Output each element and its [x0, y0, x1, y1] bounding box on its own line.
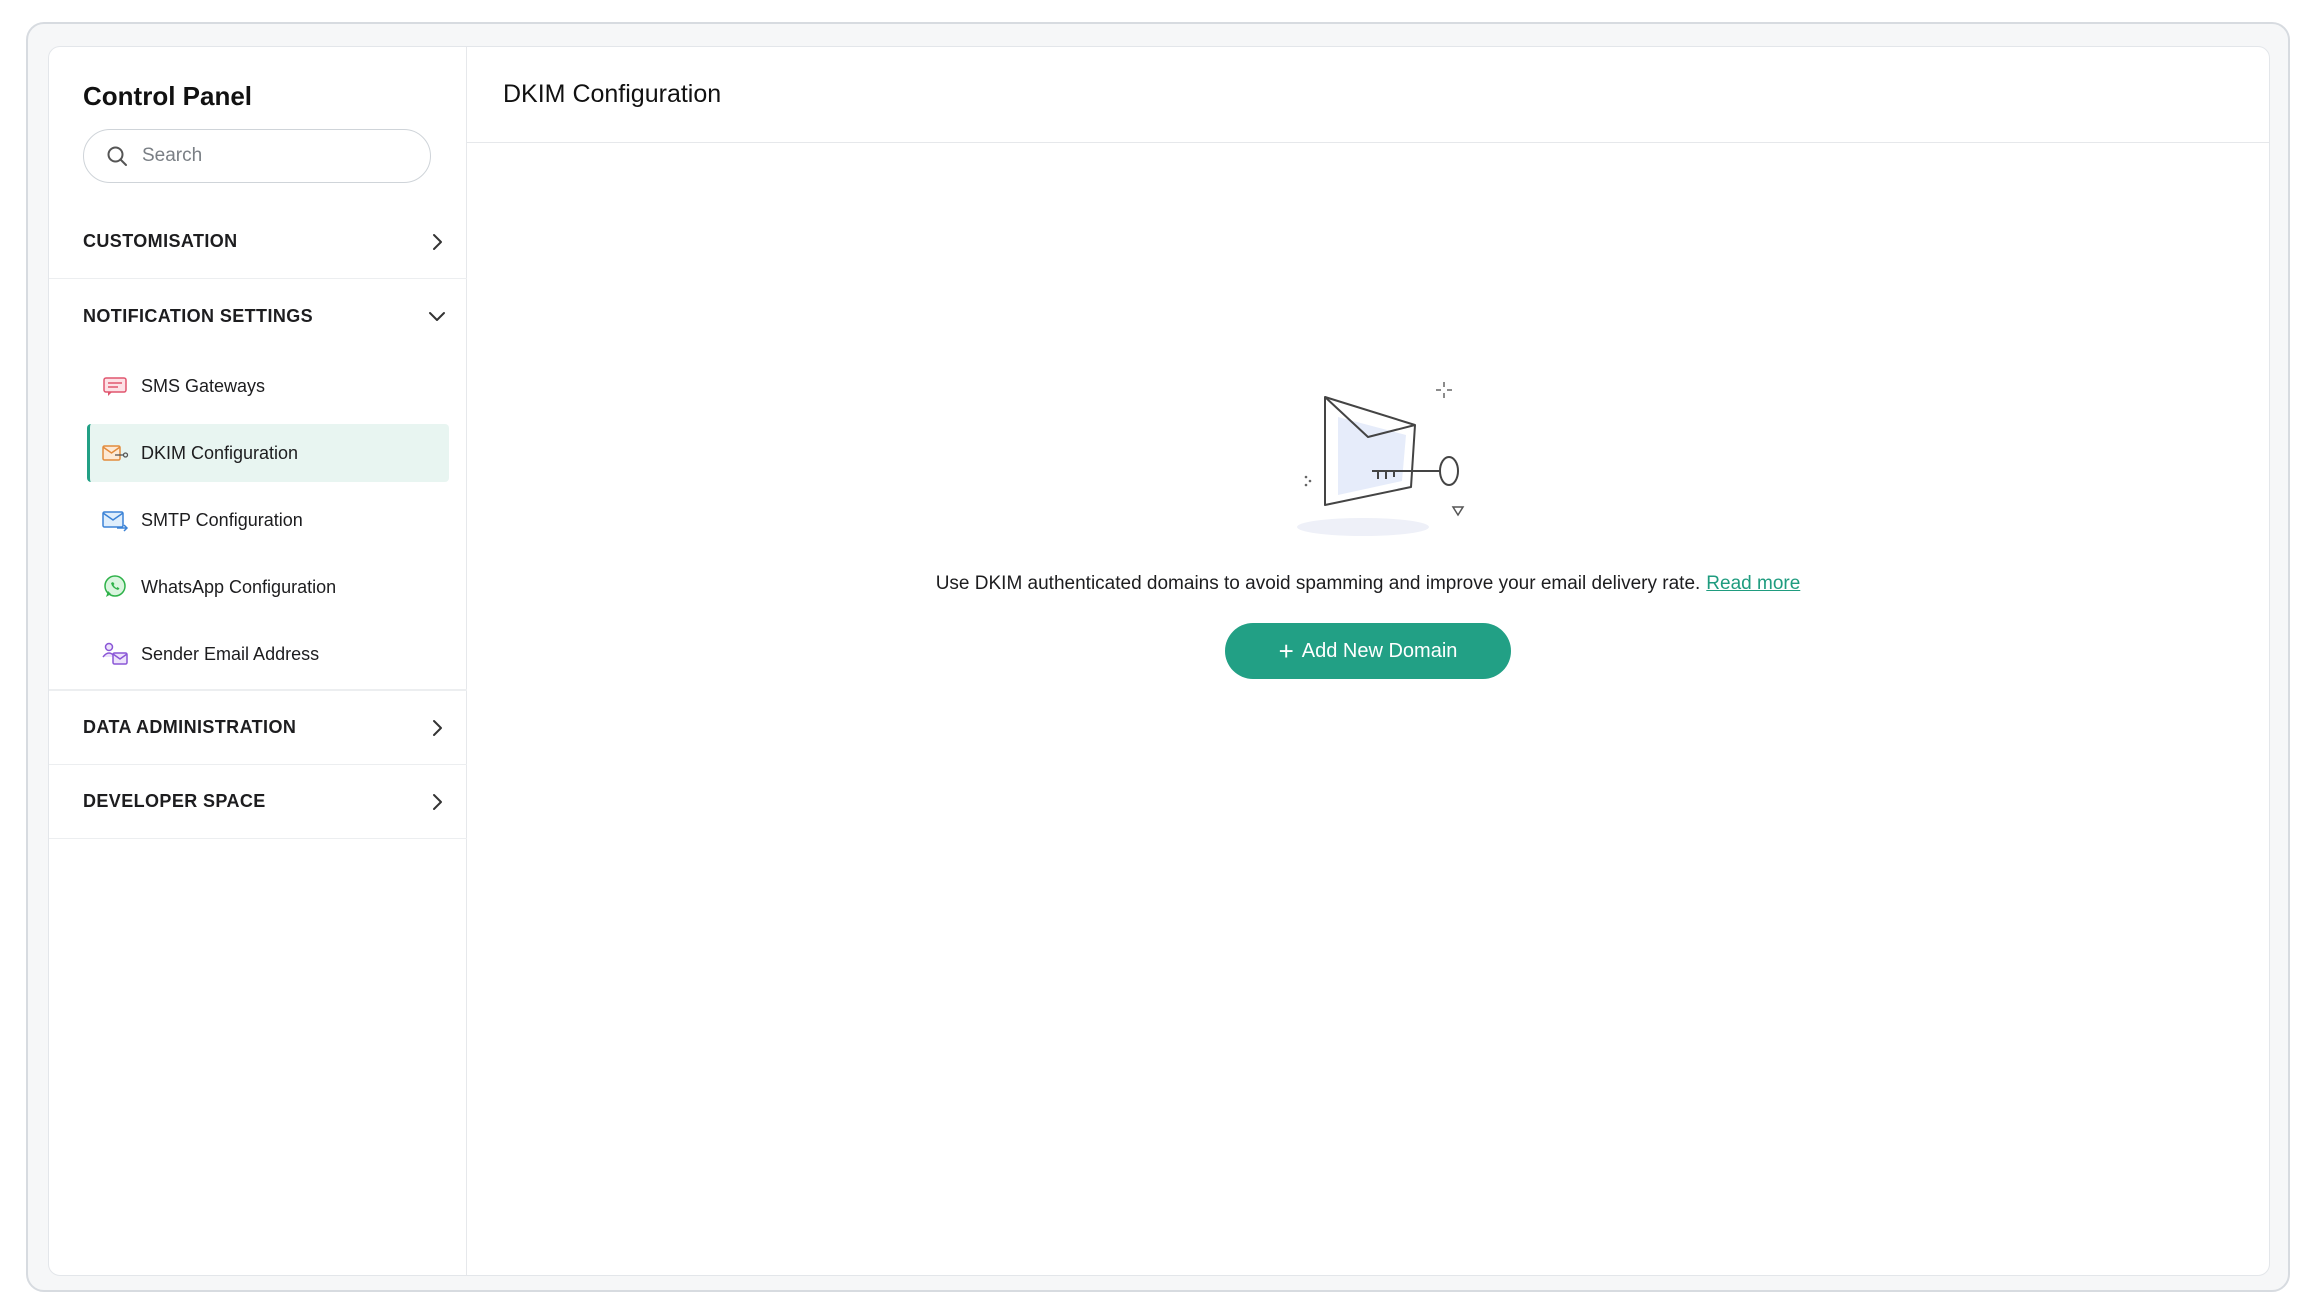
sidebar-item-label: SMTP Configuration	[141, 509, 303, 530]
empty-state: Use DKIM authenticated domains to avoid …	[467, 377, 2269, 679]
section-data-administration[interactable]: DATA ADMINISTRATION	[49, 691, 467, 765]
app-window: Control Panel CUSTOMISATION NOTIFICATION…	[48, 46, 2270, 1276]
section-label: NOTIFICATION SETTINGS	[83, 305, 314, 326]
envelope-key-illustration	[1297, 382, 1465, 536]
search-icon	[107, 146, 127, 166]
smtp-icon	[101, 506, 129, 534]
search-input[interactable]	[140, 144, 414, 168]
sidebar-item-smtp-configuration[interactable]: SMTP Configuration	[87, 491, 449, 549]
section-developer-space[interactable]: DEVELOPER SPACE	[49, 765, 467, 839]
whatsapp-icon	[101, 573, 129, 601]
sidebar-item-label: DKIM Configuration	[141, 442, 299, 463]
main-content: DKIM Configuration Use DKIM authenticate…	[467, 47, 2269, 1275]
chevron-right-icon	[433, 233, 442, 250]
sidebar: Control Panel CUSTOMISATION NOTIFICATION…	[49, 47, 467, 1275]
add-new-domain-label: Add New Domain	[1301, 639, 1458, 662]
read-more-link[interactable]: Read more	[1706, 573, 1800, 594]
chevron-down-icon	[429, 312, 445, 321]
page-title: DKIM Configuration	[503, 80, 722, 108]
section-label: DEVELOPER SPACE	[83, 791, 266, 811]
sender-email-icon	[101, 640, 129, 668]
add-new-domain-button[interactable]: + Add New Domain	[1225, 623, 1511, 679]
main-header: DKIM Configuration	[467, 47, 2269, 143]
sidebar-item-dkim-configuration[interactable]: DKIM Configuration	[87, 424, 449, 482]
sidebar-item-sms-gateways[interactable]: SMS Gateways	[87, 357, 449, 415]
empty-state-message: Use DKIM authenticated domains to avoid …	[935, 573, 1701, 594]
dkim-icon	[101, 439, 129, 467]
sidebar-item-whatsapp-configuration[interactable]: WhatsApp Configuration	[87, 558, 449, 616]
sidebar-item-label: WhatsApp Configuration	[141, 576, 337, 597]
section-notification-settings[interactable]: NOTIFICATION SETTINGS	[49, 279, 467, 353]
search-box[interactable]	[83, 129, 431, 183]
section-label: CUSTOMISATION	[83, 231, 238, 251]
empty-state-text: Use DKIM authenticated domains to avoid …	[936, 573, 1801, 595]
section-label: DATA ADMINISTRATION	[83, 717, 297, 737]
section-customisation[interactable]: CUSTOMISATION	[49, 205, 467, 279]
sidebar-item-label: SMS Gateways	[141, 375, 266, 396]
plus-icon: +	[1278, 636, 1294, 666]
chevron-right-icon	[433, 719, 442, 736]
sidebar-item-label: Sender Email Address	[141, 643, 320, 664]
chevron-right-icon	[433, 793, 442, 810]
sms-icon	[101, 372, 129, 400]
sidebar-item-sender-email-address[interactable]: Sender Email Address	[87, 625, 449, 683]
sidebar-title: Control Panel	[83, 81, 253, 111]
